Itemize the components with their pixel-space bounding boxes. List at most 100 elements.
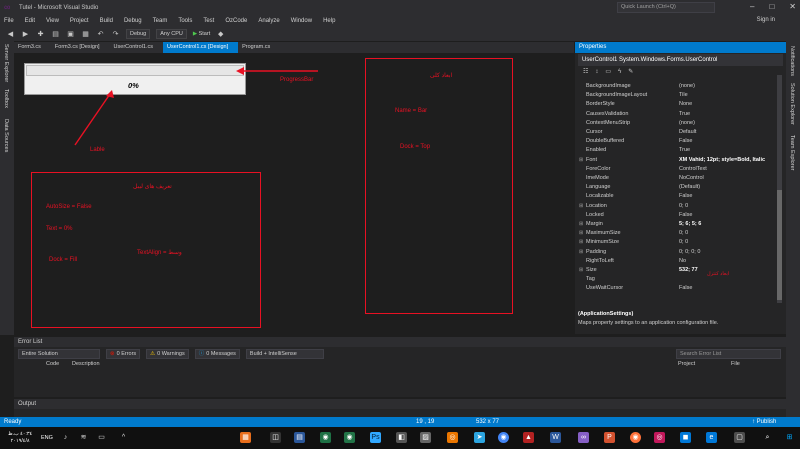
property-name: Padding <box>586 248 607 255</box>
taskbar-app-icon[interactable]: ◧ <box>396 432 407 443</box>
expand-icon[interactable]: ⊞ <box>579 229 583 238</box>
property-value[interactable]: 0; 0 <box>679 229 688 238</box>
publish-button[interactable]: ↑ Publish <box>752 417 776 427</box>
property-row[interactable]: ImeMode NoControl <box>575 174 775 183</box>
property-pages-icon[interactable]: ✎ <box>628 68 633 75</box>
property-row[interactable]: Tag <box>575 275 775 284</box>
property-row[interactable]: CausesValidation True <box>575 110 775 119</box>
column-description[interactable]: Description <box>72 361 100 367</box>
bar-box-title: ابعاد کلی <box>430 73 453 79</box>
errors-filter-button[interactable]: ⊗ 0 Errors <box>106 349 141 359</box>
taskbar-app-icon[interactable]: ◼ <box>680 432 691 443</box>
property-row[interactable]: Cursor Default <box>575 128 775 137</box>
property-value[interactable]: (none) <box>679 119 695 128</box>
alphabetical-icon[interactable]: ↕ <box>595 69 598 75</box>
property-value[interactable]: (none) <box>679 82 695 91</box>
taskbar-app-icon[interactable]: ▨ <box>420 432 431 443</box>
expand-icon[interactable]: ⊞ <box>579 202 583 211</box>
tray-chevron-icon[interactable]: ^ <box>118 432 129 443</box>
categorized-icon[interactable]: ☷ <box>583 68 588 75</box>
property-row[interactable]: BorderStyle None <box>575 100 775 109</box>
telegram-icon[interactable]: ➤ <box>474 432 485 443</box>
search-error-list-input[interactable]: Search Error List <box>676 349 781 359</box>
volume-icon[interactable]: ♪ <box>60 432 71 443</box>
column-file[interactable]: File <box>731 361 740 367</box>
expand-icon[interactable]: ⊞ <box>579 238 583 247</box>
property-row[interactable]: BackgroundImage (none) <box>575 82 775 91</box>
property-row[interactable]: ⊞ Font XM Vahid; 12pt; style=Bold, Italic <box>575 156 775 165</box>
property-value[interactable]: NoControl <box>679 174 704 183</box>
property-value[interactable]: 0; 0 <box>679 238 688 247</box>
property-value[interactable]: 0; 0 <box>679 202 688 211</box>
property-row[interactable]: ⊞ MinimumSize 0; 0 <box>575 238 775 247</box>
language-indicator[interactable]: ENG <box>41 435 53 441</box>
warnings-filter-button[interactable]: ⚠ 0 Warnings <box>146 349 189 359</box>
property-value[interactable]: 0; 0; 0; 0 <box>679 248 700 257</box>
properties-object-select[interactable]: UserControl1 System.Windows.Forms.UserCo… <box>578 54 783 66</box>
expand-icon[interactable]: ⊞ <box>579 266 583 275</box>
properties-scroll-thumb[interactable] <box>777 190 782 300</box>
property-value[interactable]: None <box>679 100 692 109</box>
property-value[interactable]: Default <box>679 128 696 137</box>
property-row[interactable]: ⊞ Padding 0; 0; 0; 0 <box>575 248 775 257</box>
property-value[interactable]: False <box>679 192 692 201</box>
taskbar-app-icon[interactable]: ◫ <box>270 432 281 443</box>
property-value[interactable]: True <box>679 146 690 155</box>
taskbar-app-icon[interactable]: ▲ <box>523 432 534 443</box>
property-value[interactable]: No <box>679 257 686 266</box>
taskbar-app-icon[interactable]: P <box>604 432 615 443</box>
taskbar-app-icon[interactable]: ▦ <box>240 432 251 443</box>
property-value[interactable]: ControlText <box>679 165 707 174</box>
network-icon[interactable]: ≋ <box>78 432 89 443</box>
property-row[interactable]: ForeColor ControlText <box>575 165 775 174</box>
photoshop-icon[interactable]: Ps <box>370 432 381 443</box>
property-row[interactable]: Locked False <box>575 211 775 220</box>
property-value[interactable]: XM Vahid; 12pt; style=Bold, Italic <box>679 156 765 165</box>
scope-select[interactable]: Entire Solution <box>18 349 100 359</box>
messages-filter-button[interactable]: ⓘ 0 Messages <box>194 349 240 359</box>
expand-icon[interactable]: ⊞ <box>579 220 583 229</box>
property-value[interactable]: False <box>679 137 692 146</box>
property-row[interactable]: RightToLeft No <box>575 257 775 266</box>
property-row[interactable]: ⊞ Location 0; 0 <box>575 202 775 211</box>
property-row[interactable]: UseWaitCursor False <box>575 284 775 293</box>
property-value[interactable]: True <box>679 110 690 119</box>
property-row[interactable]: Localizable False <box>575 192 775 201</box>
property-row[interactable]: DoubleBuffered False <box>575 137 775 146</box>
word-icon[interactable]: W <box>550 432 561 443</box>
firefox-icon[interactable]: ◉ <box>630 432 641 443</box>
property-value[interactable]: 532; 77 <box>679 266 698 275</box>
blender-icon[interactable]: ◎ <box>447 432 458 443</box>
taskbar-app-icon[interactable]: ▤ <box>294 432 305 443</box>
events-icon[interactable]: ϟ <box>618 69 621 75</box>
edge-icon[interactable]: e <box>706 432 717 443</box>
property-value[interactable]: False <box>679 284 692 293</box>
battery-icon[interactable]: ▭ <box>96 432 107 443</box>
start-windows-icon[interactable]: ⊞ <box>784 432 795 443</box>
taskbar-clock[interactable]: ٤٠:٣٤ ب.ظ ٢٠١٩/٤/٨ <box>8 431 32 445</box>
expand-icon[interactable]: ⊞ <box>579 248 583 257</box>
taskbar-app-icon[interactable]: ◉ <box>344 432 355 443</box>
property-row[interactable]: ContextMenuStrip (none) <box>575 119 775 128</box>
property-row[interactable]: ⊞ MaximumSize 0; 0 <box>575 229 775 238</box>
visual-studio-icon[interactable]: ∞ <box>578 432 589 443</box>
taskbar-app-icon[interactable]: ◉ <box>320 432 331 443</box>
build-filter-select[interactable]: Build + IntelliSense <box>245 349 324 359</box>
property-row[interactable]: ⊞ Size 532; 77 <box>575 266 775 275</box>
property-row[interactable]: Enabled True <box>575 146 775 155</box>
properties-view-icon[interactable]: ▭ <box>605 68 611 75</box>
property-value[interactable]: False <box>679 211 692 220</box>
taskbar-app-icon[interactable]: ◎ <box>654 432 665 443</box>
search-icon[interactable]: ⌕ <box>762 432 773 443</box>
column-code[interactable]: Code <box>46 361 59 367</box>
property-value[interactable]: 5; 6; 5; 6 <box>679 220 701 229</box>
taskbar-app-icon[interactable]: ▢ <box>734 432 745 443</box>
property-row[interactable]: Language (Default) <box>575 183 775 192</box>
property-value[interactable]: (Default) <box>679 183 700 192</box>
chrome-icon[interactable]: ◉ <box>498 432 509 443</box>
property-row[interactable]: BackgroundImageLayout Tile <box>575 91 775 100</box>
column-project[interactable]: Project <box>678 361 695 367</box>
expand-icon[interactable]: ⊞ <box>579 156 583 165</box>
property-row[interactable]: ⊞ Margin 5; 6; 5; 6 <box>575 220 775 229</box>
property-value[interactable]: Tile <box>679 91 688 100</box>
